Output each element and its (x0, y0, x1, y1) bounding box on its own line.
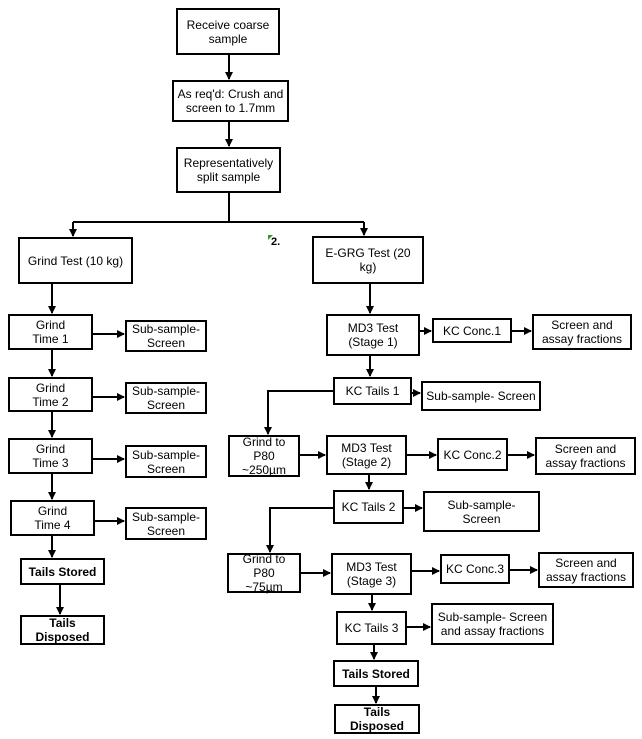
grind-time-4-box: Grind Time 4 (10, 500, 95, 536)
grind-time-2-box: Grind Time 2 (8, 377, 93, 412)
sub-sample-1-box: Sub-sample- Screen (125, 320, 207, 352)
tails-sub-sample-1-box: Sub-sample- Screen (421, 381, 541, 411)
flowchart: Receive coarse sample As req'd: Crush an… (0, 0, 642, 739)
screen-assay-3-box: Screen and assay fractions (538, 552, 634, 588)
kc-conc-2-box: KC Conc.2 (437, 438, 508, 471)
egrg-test-box: E-GRG Test (20 kg) (312, 236, 424, 284)
kc-tails-1-box: KC Tails 1 (333, 377, 412, 405)
md3-stage-1-box: MD3 Test (Stage 1) (326, 314, 420, 356)
receive-sample-box: Receive coarse sample (176, 8, 280, 55)
sub-sample-3-box: Sub-sample- Screen (125, 445, 207, 478)
kc-conc-3-box: KC Conc.3 (440, 554, 510, 584)
grind-time-3-box: Grind Time 3 (8, 438, 93, 474)
grind-p80-250-box: Grind to P80 ~250µm (228, 435, 300, 477)
grind-p80-75-box: Grind to P80 ~75µm (227, 552, 301, 594)
crush-screen-box: As req'd: Crush and screen to 1.7mm (172, 80, 289, 122)
kc-tails-3-box: KC Tails 3 (336, 611, 407, 645)
split-sample-box: Representatively split sample (176, 147, 281, 193)
left-tails-stored-box: Tails Stored (20, 558, 105, 585)
sub-sample-4-box: Sub-sample- Screen (125, 507, 207, 540)
step-marker: 2. (267, 235, 281, 248)
md3-stage-2-box: MD3 Test (Stage 2) (326, 435, 407, 475)
screen-assay-2-box: Screen and assay fractions (535, 437, 636, 475)
left-tails-disposed-box: Tails Disposed (20, 615, 105, 645)
grind-time-1-box: Grind Time 1 (8, 314, 93, 350)
md3-stage-3-box: MD3 Test (Stage 3) (331, 553, 412, 595)
right-tails-disposed-box: Tails Disposed (334, 704, 420, 734)
right-tails-stored-box: Tails Stored (333, 660, 419, 687)
tails-sub-sample-3-box: Sub-sample- Screen and assay fractions (431, 603, 554, 645)
grind-test-box: Grind Test (10 kg) (18, 237, 133, 284)
sub-sample-2-box: Sub-sample- Screen (125, 382, 207, 414)
tails-sub-sample-2-box: Sub-sample- Screen (423, 491, 540, 532)
screen-assay-1-box: Screen and assay fractions (532, 314, 632, 350)
kc-tails-2-box: KC Tails 2 (333, 490, 404, 524)
kc-conc-1-box: KC Conc.1 (432, 318, 512, 343)
